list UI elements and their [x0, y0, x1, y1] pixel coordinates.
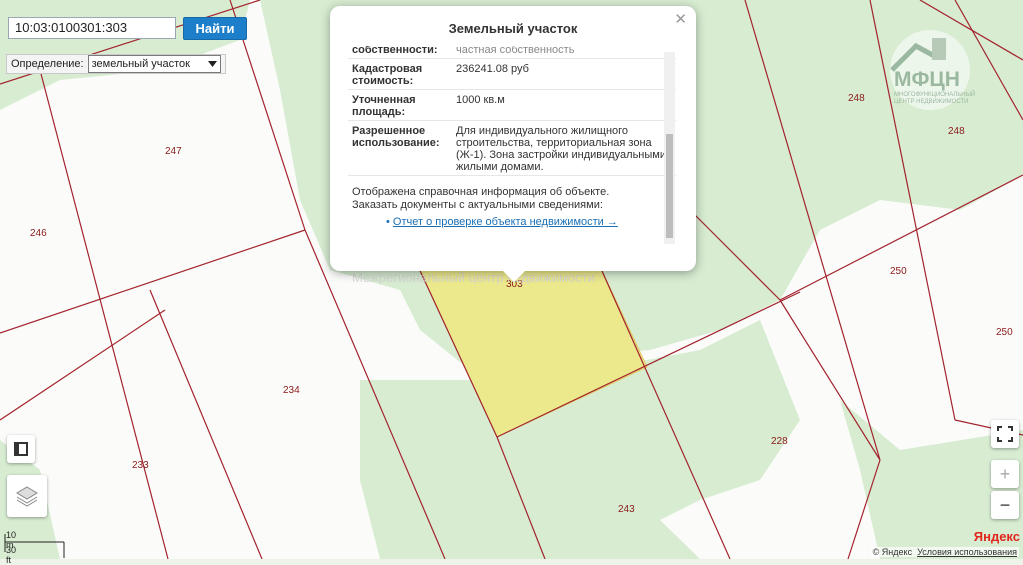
parcel-label: 250	[996, 327, 1013, 338]
layers-icon	[16, 486, 38, 507]
report-list-item: • Отчет о проверке объекта недвижимости …	[352, 216, 672, 229]
parcel-label: 248	[948, 126, 965, 137]
parcel-label: 248	[848, 93, 865, 104]
popup-scrollbar-thumb[interactable]	[666, 134, 673, 238]
parcel-label: 247	[165, 146, 182, 157]
parcel-label: 234	[283, 385, 300, 396]
logo-subtitle: МНОГОФУНКЦИОНАЛЬНЫЙ	[894, 90, 975, 98]
mfcn-logo: МФЦН МНОГОФУНКЦИОНАЛЬНЫЙ ЦЕНТР НЕДВИЖИМО…	[880, 28, 980, 113]
copyright-text: © Яндекс	[872, 547, 913, 557]
parcel-label: 233	[132, 460, 149, 471]
popup-key: Уточненная площадь:	[352, 94, 416, 118]
map-copyright: © Яндекс Условия использования	[870, 547, 1019, 557]
definition-label: Определение:	[11, 58, 84, 70]
popup-value: 1000 кв.м	[456, 94, 505, 106]
fullscreen-button[interactable]	[991, 420, 1019, 448]
ruler-button[interactable]	[7, 435, 35, 463]
popup-row: Уточненная площадь: 1000 кв.м	[348, 90, 676, 121]
logo-text: МФЦН	[894, 68, 960, 91]
definition-select[interactable]: земельный участок	[87, 55, 221, 73]
parcel-label: 243	[618, 504, 635, 515]
popup-value: 236241.08 руб	[456, 63, 529, 75]
popup-tail	[500, 268, 528, 282]
popup-note: Отображена справочная информация об объе…	[348, 176, 676, 229]
yandex-logo: Яндекс	[973, 529, 1020, 544]
popup-row: Разрешенное использование: Для индивидуа…	[348, 121, 676, 176]
parcel-label: 246	[30, 228, 47, 239]
map-watermark: Межрегиональный центр недвижимости	[352, 270, 595, 285]
zoom-out-button[interactable]: −	[991, 491, 1019, 519]
chevron-down-icon	[208, 61, 217, 67]
parcel-label: 228	[771, 436, 788, 447]
close-icon[interactable]: ✕	[674, 10, 687, 28]
popup-row: Кадастровая стоимость: 236241.08 руб	[348, 59, 676, 90]
popup-note-line: Заказать документы с актуальными сведени…	[352, 199, 603, 211]
terms-link[interactable]: Условия использования	[917, 547, 1017, 557]
find-button[interactable]: Найти	[183, 17, 247, 40]
layers-button[interactable]	[7, 475, 47, 517]
logo-subtitle: ЦЕНТР НЕДВИЖИМОСТИ	[894, 99, 968, 105]
report-link[interactable]: Отчет о проверке объекта недвижимости →	[393, 216, 618, 228]
definition-selected-value: земельный участок	[91, 58, 190, 70]
fullscreen-icon	[997, 426, 1013, 442]
parcel-label: 250	[890, 266, 907, 277]
popup-row: собственности: частная собственность	[348, 46, 676, 59]
popup-value: Для индивидуального жилищного строительс…	[456, 125, 666, 173]
cadastral-search-input[interactable]: 10:03:0100301:303	[8, 17, 176, 39]
popup-title: Земельный участок	[448, 21, 578, 36]
info-popup: Земельный участок ✕ собственности: частн…	[330, 6, 696, 271]
zoom-in-button[interactable]: +	[991, 460, 1019, 488]
house-logo-icon: МФЦН МНОГОФУНКЦИОНАЛЬНЫЙ ЦЕНТР НЕДВИЖИМО…	[890, 30, 975, 110]
scale-imperial: 30 ft	[6, 545, 17, 565]
popup-key: Кадастровая стоимость:	[352, 63, 423, 87]
ruler-icon	[14, 442, 28, 456]
popup-key: собственности:	[352, 46, 438, 56]
popup-scrollbar[interactable]	[664, 52, 675, 244]
popup-body: собственности: частная собственность Кад…	[348, 46, 676, 260]
bullet-icon: •	[386, 216, 393, 228]
popup-note-line: Отображена справочная информация об объе…	[352, 186, 610, 198]
popup-value: частная собственность	[456, 46, 575, 56]
popup-key: Разрешенное использование:	[352, 125, 440, 149]
definition-row: Определение: земельный участок	[6, 54, 226, 74]
